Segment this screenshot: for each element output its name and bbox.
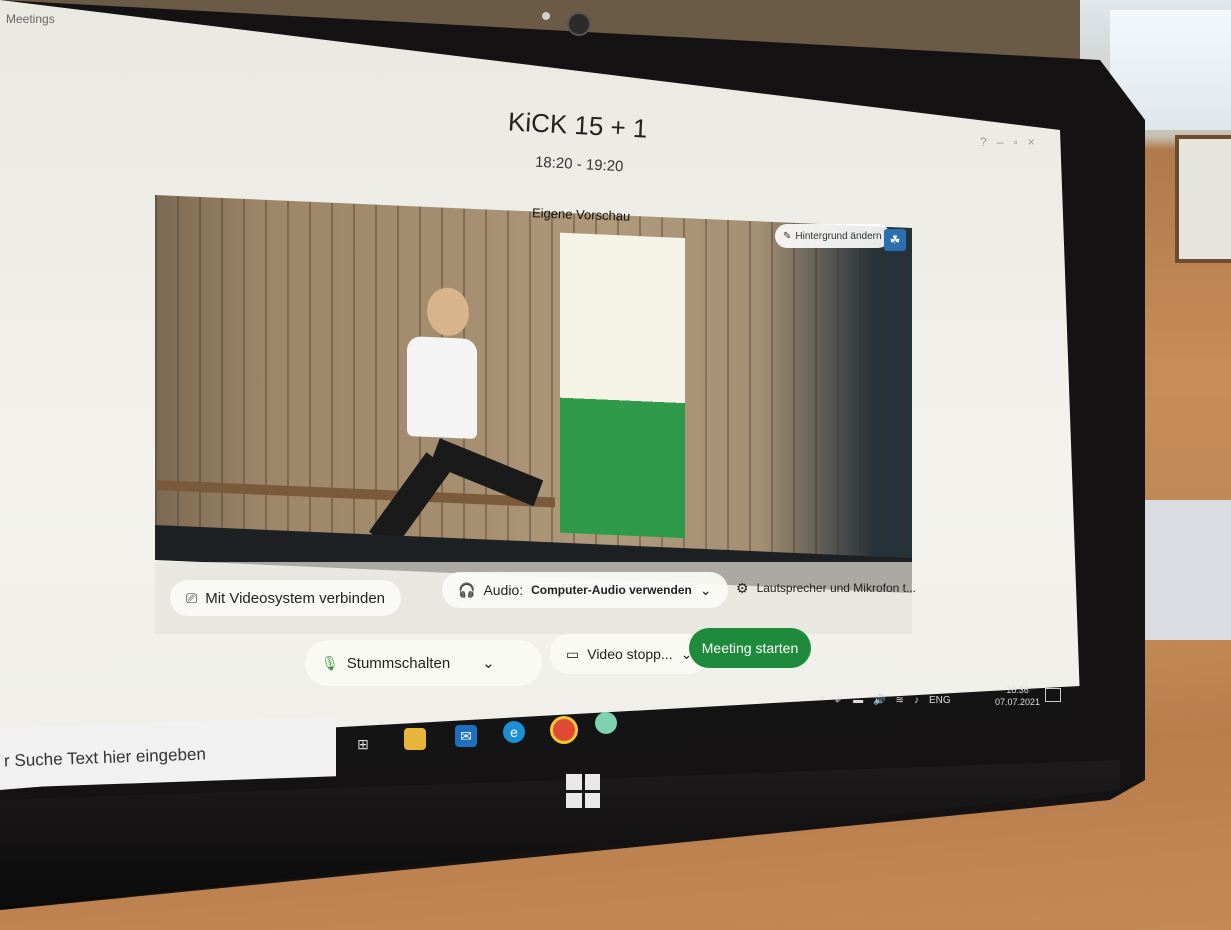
wall-board xyxy=(1175,135,1231,263)
audio-value: Computer-Audio verwenden xyxy=(531,583,692,597)
stop-video-label: Video stopp... xyxy=(587,646,673,662)
help-icon[interactable]: ? xyxy=(980,135,997,149)
pen-icon[interactable]: ✐ xyxy=(835,695,843,706)
person-image xyxy=(369,285,544,571)
chevron-down-icon: ⌄ xyxy=(699,581,712,598)
camera-icon xyxy=(567,12,591,36)
window-controls[interactable]: ?–▫× xyxy=(980,135,1045,149)
change-background-button[interactable]: ✎ Hintergrund ändern xyxy=(775,224,890,248)
mute-button[interactable]: 🎙 Stummschalten ⌄ xyxy=(305,640,542,686)
notification-icon[interactable] xyxy=(1045,688,1061,702)
taskbar-clock[interactable]: 18:36 07.07.2021 xyxy=(995,684,1040,708)
close-icon[interactable]: × xyxy=(1028,135,1045,149)
volume-icon[interactable]: 🔊 xyxy=(873,695,885,706)
webex-icon[interactable] xyxy=(595,712,617,734)
chevron-down-icon[interactable]: ⌄ xyxy=(482,654,495,672)
language-indicator[interactable]: ENG xyxy=(929,695,951,706)
meeting-title: KiCK 15 + 1 xyxy=(507,106,649,144)
audio-select[interactable]: 🎧 Audio: Computer-Audio verwenden ⌄ xyxy=(442,572,728,608)
microphone-icon: 🎙 xyxy=(321,654,339,671)
stop-video-button[interactable]: ▭ Video stopp... ⌄ xyxy=(550,634,709,674)
task-view-icon[interactable]: ⊞ xyxy=(352,733,374,755)
screen: Meetings ?–▫× KiCK 15 + 1 18:20 - 19:20 … xyxy=(0,0,1080,790)
sensor-dot xyxy=(542,12,550,20)
speaker-mic-test-button[interactable]: ⚙ Lautsprecher und Mikrofon t... xyxy=(720,570,932,606)
video-preview xyxy=(155,195,912,594)
clock-time: 18:36 xyxy=(1006,685,1029,695)
rollup-banner xyxy=(560,232,685,539)
edge-icon[interactable]: e xyxy=(503,721,525,743)
room-floor xyxy=(1140,500,1231,660)
magic-wand-icon: ✎ xyxy=(783,230,792,242)
mail-icon[interactable]: ✉ xyxy=(455,725,477,747)
chrome-icon[interactable] xyxy=(550,716,578,744)
headset-icon: 🎧 xyxy=(458,581,476,598)
speaker-mic-label: Lautsprecher und Mikrofon t... xyxy=(756,581,916,595)
connect-video-system-button[interactable]: ⎚ Mit Videosystem verbinden xyxy=(170,580,402,616)
change-background-label: Hintergrund ändern xyxy=(795,230,882,242)
clock-date: 07.07.2021 xyxy=(995,697,1041,707)
background-effects-icon[interactable]: ☘ xyxy=(884,229,906,251)
battery-icon[interactable]: ▬ xyxy=(853,695,863,706)
cast-icon: ⎚ xyxy=(186,589,198,606)
chevron-up-icon[interactable]: ^ xyxy=(820,695,825,706)
start-meeting-button[interactable]: Meeting starten xyxy=(689,628,811,668)
audio-prefix: Audio: xyxy=(483,582,524,598)
app-label: Meetings xyxy=(6,12,55,26)
windows-logo-icon[interactable] xyxy=(566,774,600,808)
touch-keyboard-icon[interactable]: ♪ xyxy=(914,695,919,706)
minimize-icon[interactable]: – xyxy=(997,135,1014,149)
maximize-icon[interactable]: ▫ xyxy=(1013,135,1027,149)
mute-label: Stummschalten xyxy=(346,654,451,672)
file-explorer-icon[interactable] xyxy=(404,728,426,750)
wifi-icon[interactable]: ≋ xyxy=(896,695,904,706)
meeting-time: 18:20 - 19:20 xyxy=(534,153,624,176)
system-tray: ^ ✐ ▬ 🔊 ≋ ♪ ENG xyxy=(820,695,951,706)
connect-video-system-label: Mit Videosystem verbinden xyxy=(205,589,386,607)
video-camera-icon: ▭ xyxy=(566,645,580,662)
gear-icon: ⚙ xyxy=(736,579,749,596)
